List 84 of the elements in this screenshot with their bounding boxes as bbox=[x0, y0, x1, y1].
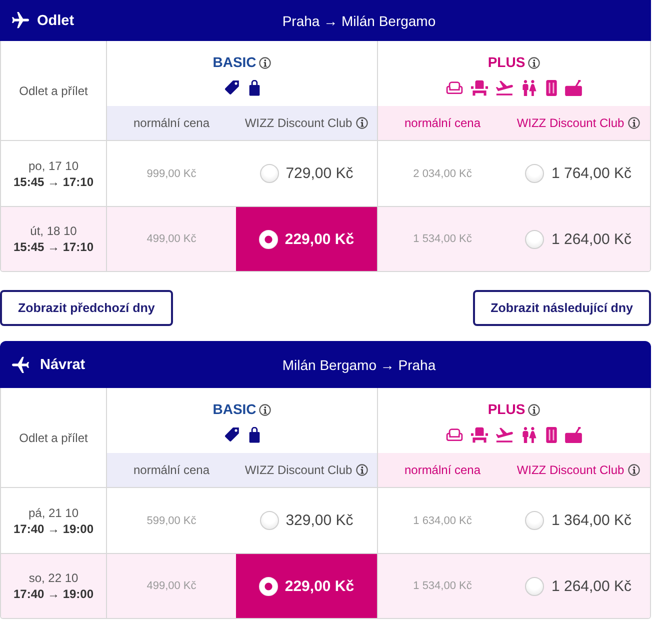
discount-price: 229,00 Kč bbox=[284, 230, 354, 248]
radio-button[interactable] bbox=[525, 576, 544, 596]
people-icon bbox=[521, 80, 538, 96]
regular-price: 499,00 Kč bbox=[146, 580, 196, 592]
day-nav-button[interactable]: Zobrazit následující dny bbox=[472, 290, 651, 326]
flight-times: 17:40 → 19:00 bbox=[13, 586, 94, 602]
info-icon[interactable] bbox=[628, 117, 640, 129]
fare-title: BASIC bbox=[212, 401, 256, 418]
seat-icon bbox=[471, 427, 488, 443]
people-icon bbox=[521, 427, 538, 443]
discount-price: 1 264,00 Kč bbox=[551, 230, 632, 248]
radio-button[interactable] bbox=[525, 230, 544, 248]
fare-title: PLUS bbox=[488, 54, 526, 71]
discount-price: 1 764,00 Kč bbox=[551, 165, 632, 182]
flight-date: út, 18 10 bbox=[30, 223, 77, 239]
discount-price: 1 364,00 Kč bbox=[551, 512, 632, 529]
flight-date: po, 17 10 bbox=[28, 158, 79, 174]
regular-price: 599,00 Kč bbox=[146, 514, 196, 526]
radio-button[interactable] bbox=[525, 164, 544, 183]
regular-price: 1 634,00 Kč bbox=[413, 514, 472, 526]
info-icon[interactable] bbox=[356, 117, 368, 129]
regular-price: 999,00 Kč bbox=[146, 168, 196, 180]
price-heading: WIZZ Discount Club bbox=[244, 116, 352, 130]
price-heading: normální cena bbox=[133, 116, 210, 130]
discount-price: 229,00 Kč bbox=[284, 578, 354, 594]
suitcase-icon bbox=[546, 80, 557, 96]
fare-option[interactable]: 229,00 Kč bbox=[236, 554, 377, 618]
airplane-icon bbox=[12, 356, 29, 373]
info-icon[interactable] bbox=[528, 56, 540, 68]
plane-takeoff-icon bbox=[496, 80, 513, 96]
fare-option[interactable]: 329,00 Kč bbox=[236, 488, 377, 553]
shopping-bag-icon bbox=[249, 80, 260, 96]
regular-price: 499,00 Kč bbox=[146, 233, 196, 245]
day-nav-button[interactable]: Zobrazit předchozí dny bbox=[0, 290, 173, 326]
price-heading: WIZZ Discount Club bbox=[244, 463, 352, 477]
regular-price: 1 534,00 Kč bbox=[413, 233, 472, 245]
radio-button[interactable] bbox=[260, 511, 279, 530]
flight-date: pá, 21 10 bbox=[28, 504, 79, 520]
regular-price: 1 534,00 Kč bbox=[413, 580, 472, 592]
seat-icon bbox=[471, 80, 488, 96]
fare-option[interactable]: 1 264,00 Kč bbox=[507, 554, 650, 618]
airplane-icon bbox=[12, 12, 29, 29]
info-icon[interactable] bbox=[528, 404, 540, 416]
tag-icon bbox=[224, 80, 241, 96]
info-icon[interactable] bbox=[259, 404, 272, 416]
fare-title: PLUS bbox=[488, 401, 526, 418]
fare-option[interactable]: 1 764,00 Kč bbox=[507, 141, 650, 206]
plane-takeoff-icon bbox=[496, 427, 513, 443]
section-title: Odlet bbox=[37, 12, 74, 28]
fare-option[interactable]: 1 264,00 Kč bbox=[507, 207, 650, 271]
flight-date: so, 22 10 bbox=[28, 570, 78, 586]
price-heading: normální cena bbox=[404, 116, 481, 130]
route-text: Milán Bergamo → Praha bbox=[282, 356, 436, 372]
flight-times: 17:40 → 19:00 bbox=[13, 520, 94, 536]
column-heading: Odlet a přílet bbox=[19, 84, 88, 98]
route-text: Praha → Milán Bergamo bbox=[282, 12, 436, 28]
section-title: Návrat bbox=[40, 356, 86, 372]
fare-option[interactable]: 1 364,00 Kč bbox=[507, 488, 650, 553]
regular-price: 2 034,00 Kč bbox=[413, 168, 472, 180]
price-heading: WIZZ Discount Club bbox=[516, 463, 624, 477]
fare-title: BASIC bbox=[212, 54, 256, 71]
tag-icon bbox=[224, 427, 241, 443]
flight-times: 15:45 → 17:10 bbox=[13, 239, 94, 255]
discount-price: 329,00 Kč bbox=[286, 512, 354, 529]
radio-button[interactable] bbox=[260, 164, 279, 183]
info-icon[interactable] bbox=[259, 56, 272, 68]
armchair-icon bbox=[446, 427, 463, 443]
price-heading: normální cena bbox=[133, 463, 210, 477]
armchair-icon bbox=[446, 80, 463, 96]
column-heading: Odlet a přílet bbox=[19, 430, 88, 444]
trolley-bag-icon bbox=[565, 427, 582, 443]
discount-price: 729,00 Kč bbox=[286, 165, 354, 182]
suitcase-icon bbox=[546, 427, 557, 443]
price-heading: normální cena bbox=[404, 463, 481, 477]
radio-button[interactable] bbox=[525, 511, 544, 530]
fare-option[interactable]: 229,00 Kč bbox=[236, 207, 377, 271]
shopping-bag-icon bbox=[249, 427, 260, 443]
price-heading: WIZZ Discount Club bbox=[516, 116, 624, 130]
trolley-bag-icon bbox=[565, 80, 582, 96]
info-icon[interactable] bbox=[356, 464, 368, 476]
fare-option[interactable]: 729,00 Kč bbox=[236, 141, 377, 206]
info-icon[interactable] bbox=[628, 464, 640, 476]
flight-times: 15:45 → 17:10 bbox=[13, 174, 94, 190]
discount-price: 1 264,00 Kč bbox=[551, 578, 632, 594]
